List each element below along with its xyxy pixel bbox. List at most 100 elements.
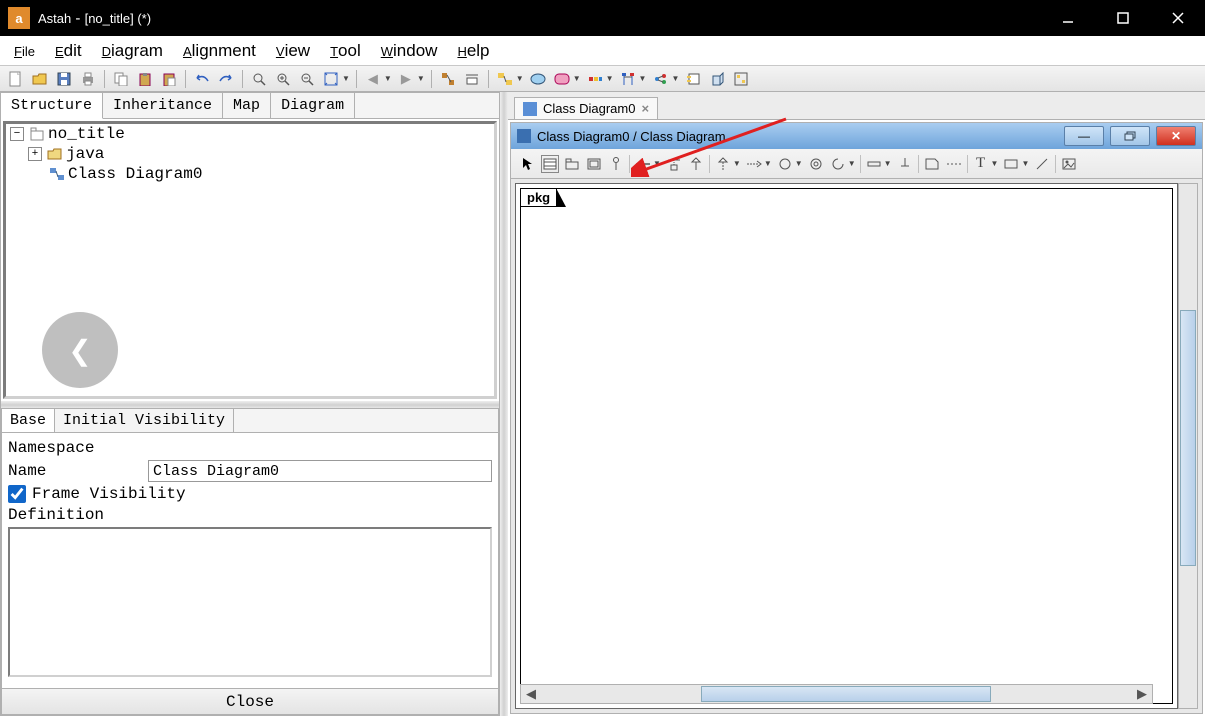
structure-tree[interactable]: − no_title + java Class Diagram0 ❮ (3, 121, 497, 399)
scrollbar-thumb[interactable] (701, 686, 991, 702)
save-icon[interactable] (54, 69, 74, 89)
child-close-button[interactable]: ✕ (1156, 126, 1196, 146)
dropdown-icon[interactable]: ▼ (606, 74, 614, 83)
scrollbar-thumb[interactable] (1180, 310, 1196, 566)
anchor-icon[interactable] (896, 155, 914, 173)
menu-file[interactable]: File (4, 37, 45, 65)
menu-edit[interactable]: Edit (45, 37, 92, 65)
menu-tool[interactable]: Tool (320, 37, 371, 65)
dropdown-icon[interactable]: ▼ (417, 74, 425, 83)
usage-icon[interactable] (776, 155, 794, 173)
note-anchor-icon[interactable] (945, 155, 963, 173)
tree-expand-icon[interactable]: + (28, 147, 42, 161)
class-icon[interactable] (541, 155, 559, 173)
dropdown-icon[interactable]: ▼ (573, 74, 581, 83)
tree-collapse-icon[interactable]: − (10, 127, 24, 141)
dropdown-icon[interactable]: ▼ (639, 74, 647, 83)
diagram-usecase-icon[interactable] (528, 69, 548, 89)
diagram-deployment-icon[interactable] (707, 69, 727, 89)
paste-icon[interactable] (135, 69, 155, 89)
diagram-canvas[interactable]: pkg ◀ ▶ (515, 183, 1178, 709)
diagram-sequence-icon[interactable] (618, 69, 638, 89)
dropdown-icon[interactable]: ▼ (516, 74, 524, 83)
definition-textarea[interactable] (8, 527, 492, 677)
diagram-class-icon[interactable] (495, 69, 515, 89)
realization-icon[interactable] (714, 155, 732, 173)
dropdown-icon[interactable]: ▼ (384, 74, 392, 83)
tree-item-root[interactable]: no_title (48, 125, 125, 143)
open-file-icon[interactable] (30, 69, 50, 89)
undo-icon[interactable] (192, 69, 212, 89)
note-icon[interactable] (923, 155, 941, 173)
diagram-activity-icon[interactable] (585, 69, 605, 89)
tab-structure[interactable]: Structure (1, 93, 103, 119)
diagram-composite-icon[interactable] (731, 69, 751, 89)
nav-prev-overlay-icon[interactable]: ❮ (42, 312, 118, 388)
dropdown-icon[interactable]: ▼ (342, 74, 350, 83)
child-restore-button[interactable] (1110, 126, 1150, 146)
dropdown-icon[interactable]: ▼ (991, 159, 999, 168)
tab-diagram[interactable]: Diagram (271, 93, 355, 118)
nav-back-icon[interactable]: ◀ (363, 69, 383, 89)
scroll-left-icon[interactable]: ◀ (521, 685, 541, 703)
document-tab[interactable]: Class Diagram0 × (514, 97, 658, 119)
vertical-scrollbar[interactable] (1178, 183, 1198, 709)
tab-initial-visibility[interactable]: Initial Visibility (55, 409, 234, 432)
menu-window[interactable]: Window (371, 37, 448, 65)
tab-map[interactable]: Map (223, 93, 271, 118)
zoom-fit-icon[interactable] (321, 69, 341, 89)
tool-reference-icon[interactable] (462, 69, 482, 89)
dropdown-icon[interactable]: ▼ (1021, 159, 1029, 168)
redo-icon[interactable] (216, 69, 236, 89)
print-icon[interactable] (78, 69, 98, 89)
dropdown-icon[interactable]: ▼ (733, 159, 741, 168)
zoom-icon[interactable] (249, 69, 269, 89)
line-icon[interactable] (1033, 155, 1051, 173)
nav-forward-icon[interactable]: ▶ (396, 69, 416, 89)
zoom-in-icon[interactable] (273, 69, 293, 89)
diagram-component-icon[interactable] (683, 69, 703, 89)
subsystem-icon[interactable] (585, 155, 603, 173)
close-button[interactable]: Close (2, 688, 498, 714)
dropdown-icon[interactable]: ▼ (848, 159, 856, 168)
dropdown-icon[interactable]: ▼ (795, 159, 803, 168)
close-tab-icon[interactable]: × (641, 101, 649, 116)
tree-item-java[interactable]: java (66, 145, 104, 163)
tree-item-classdiagram[interactable]: Class Diagram0 (68, 165, 202, 183)
tab-base[interactable]: Base (2, 409, 55, 432)
rectangle-icon[interactable] (1002, 155, 1020, 173)
vertical-splitter[interactable] (500, 92, 508, 716)
dependency-icon[interactable] (745, 155, 763, 173)
paste-special-icon[interactable] (159, 69, 179, 89)
template-binding-icon[interactable] (807, 155, 825, 173)
diagram-state-icon[interactable] (552, 69, 572, 89)
new-file-icon[interactable] (6, 69, 26, 89)
instance-icon[interactable] (829, 155, 847, 173)
dropdown-icon[interactable]: ▼ (884, 159, 892, 168)
child-minimize-button[interactable]: — (1064, 126, 1104, 146)
association-class-icon[interactable] (665, 155, 683, 173)
scroll-right-icon[interactable]: ▶ (1132, 685, 1152, 703)
package-icon[interactable] (563, 155, 581, 173)
close-button[interactable] (1150, 0, 1205, 36)
horizontal-scrollbar[interactable]: ◀ ▶ (520, 684, 1153, 704)
dropdown-icon[interactable]: ▼ (653, 159, 661, 168)
menu-view[interactable]: View (266, 37, 320, 65)
zoom-out-icon[interactable] (297, 69, 317, 89)
select-tool-icon[interactable] (519, 155, 537, 173)
diagram-communication-icon[interactable] (650, 69, 670, 89)
tool-structure-icon[interactable] (438, 69, 458, 89)
interface-icon[interactable] (607, 155, 625, 173)
text-icon[interactable]: T (972, 155, 990, 173)
menu-alignment[interactable]: Alignment (173, 37, 266, 65)
tab-inheritance[interactable]: Inheritance (103, 93, 223, 118)
name-input[interactable] (148, 460, 492, 482)
association-icon[interactable] (634, 155, 652, 173)
link-icon[interactable] (865, 155, 883, 173)
maximize-button[interactable] (1095, 0, 1150, 36)
generalization-icon[interactable] (687, 155, 705, 173)
minimize-button[interactable] (1040, 0, 1095, 36)
diagram-window-titlebar[interactable]: Class Diagram0 / Class Diagram — ✕ (511, 123, 1202, 149)
menu-diagram[interactable]: Diagram (92, 37, 173, 65)
image-icon[interactable] (1060, 155, 1078, 173)
